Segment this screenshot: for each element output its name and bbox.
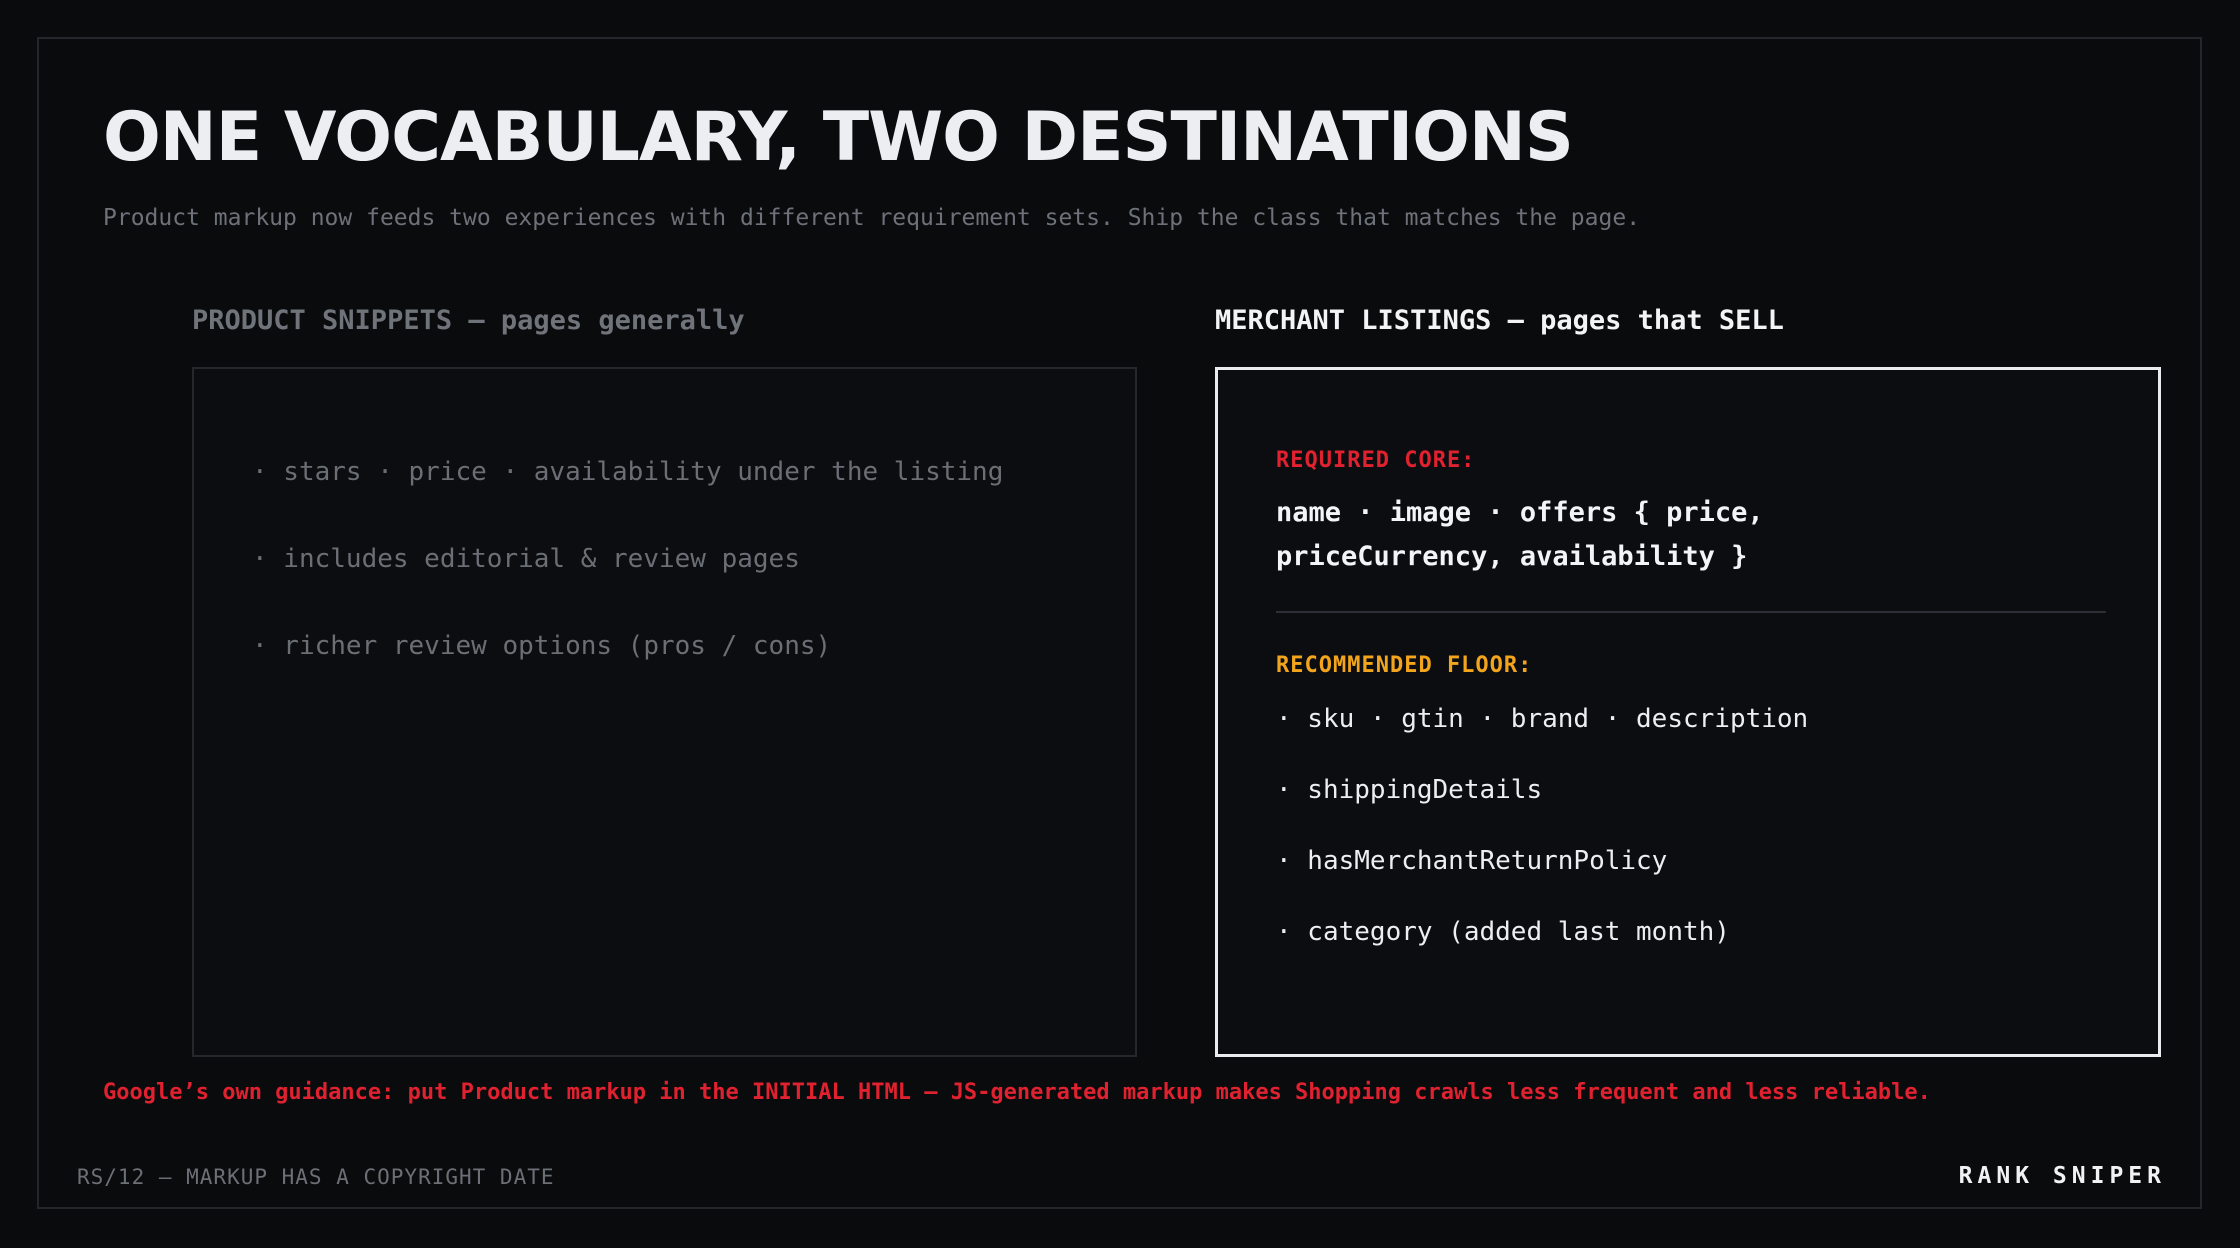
guidance-note: Google’s own guidance: put Product marku… — [103, 1080, 1931, 1105]
list-item: · richer review options (pros / cons) — [252, 631, 832, 661]
required-core-line: priceCurrency, availability } — [1276, 541, 1748, 572]
merchant-listings-heading: MERCHANT LISTINGS — pages that SELL — [1215, 305, 1784, 336]
merchant-listings-panel: REQUIRED CORE: name · image · offers { p… — [1215, 367, 2161, 1057]
list-item: · hasMerchantReturnPolicy — [1276, 846, 1668, 876]
footer-brand: RANK SNIPER — [1958, 1163, 2166, 1189]
list-item: · category (added last month) — [1276, 917, 1730, 947]
product-snippets-panel: · stars · price · availability under the… — [192, 367, 1137, 1057]
list-item: · stars · price · availability under the… — [252, 457, 1004, 487]
list-item: · shippingDetails — [1276, 775, 1543, 805]
required-core-fields: name · image · offers { price, priceCurr… — [1276, 491, 2116, 579]
slide-title: ONE VOCABULARY, TWO DESTINATIONS — [103, 98, 1574, 177]
slide-subtitle: Product markup now feeds two experiences… — [103, 205, 1641, 231]
recommended-floor-label: RECOMMENDED FLOOR: — [1276, 653, 1533, 678]
footer-slide-id: RS/12 — MARKUP HAS A COPYRIGHT DATE — [77, 1165, 555, 1189]
list-item: · sku · gtin · brand · description — [1276, 704, 1809, 734]
recommended-floor-list: · sku · gtin · brand · description · shi… — [1276, 704, 1808, 988]
list-item: · includes editorial & review pages — [252, 544, 800, 574]
product-snippets-heading: PRODUCT SNIPPETS — pages generally — [192, 305, 745, 336]
required-core-line: name · image · offers { price, — [1276, 497, 1764, 528]
product-snippets-list: · stars · price · availability under the… — [252, 457, 1003, 718]
required-core-label: REQUIRED CORE: — [1276, 448, 1476, 473]
section-divider — [1276, 611, 2106, 613]
